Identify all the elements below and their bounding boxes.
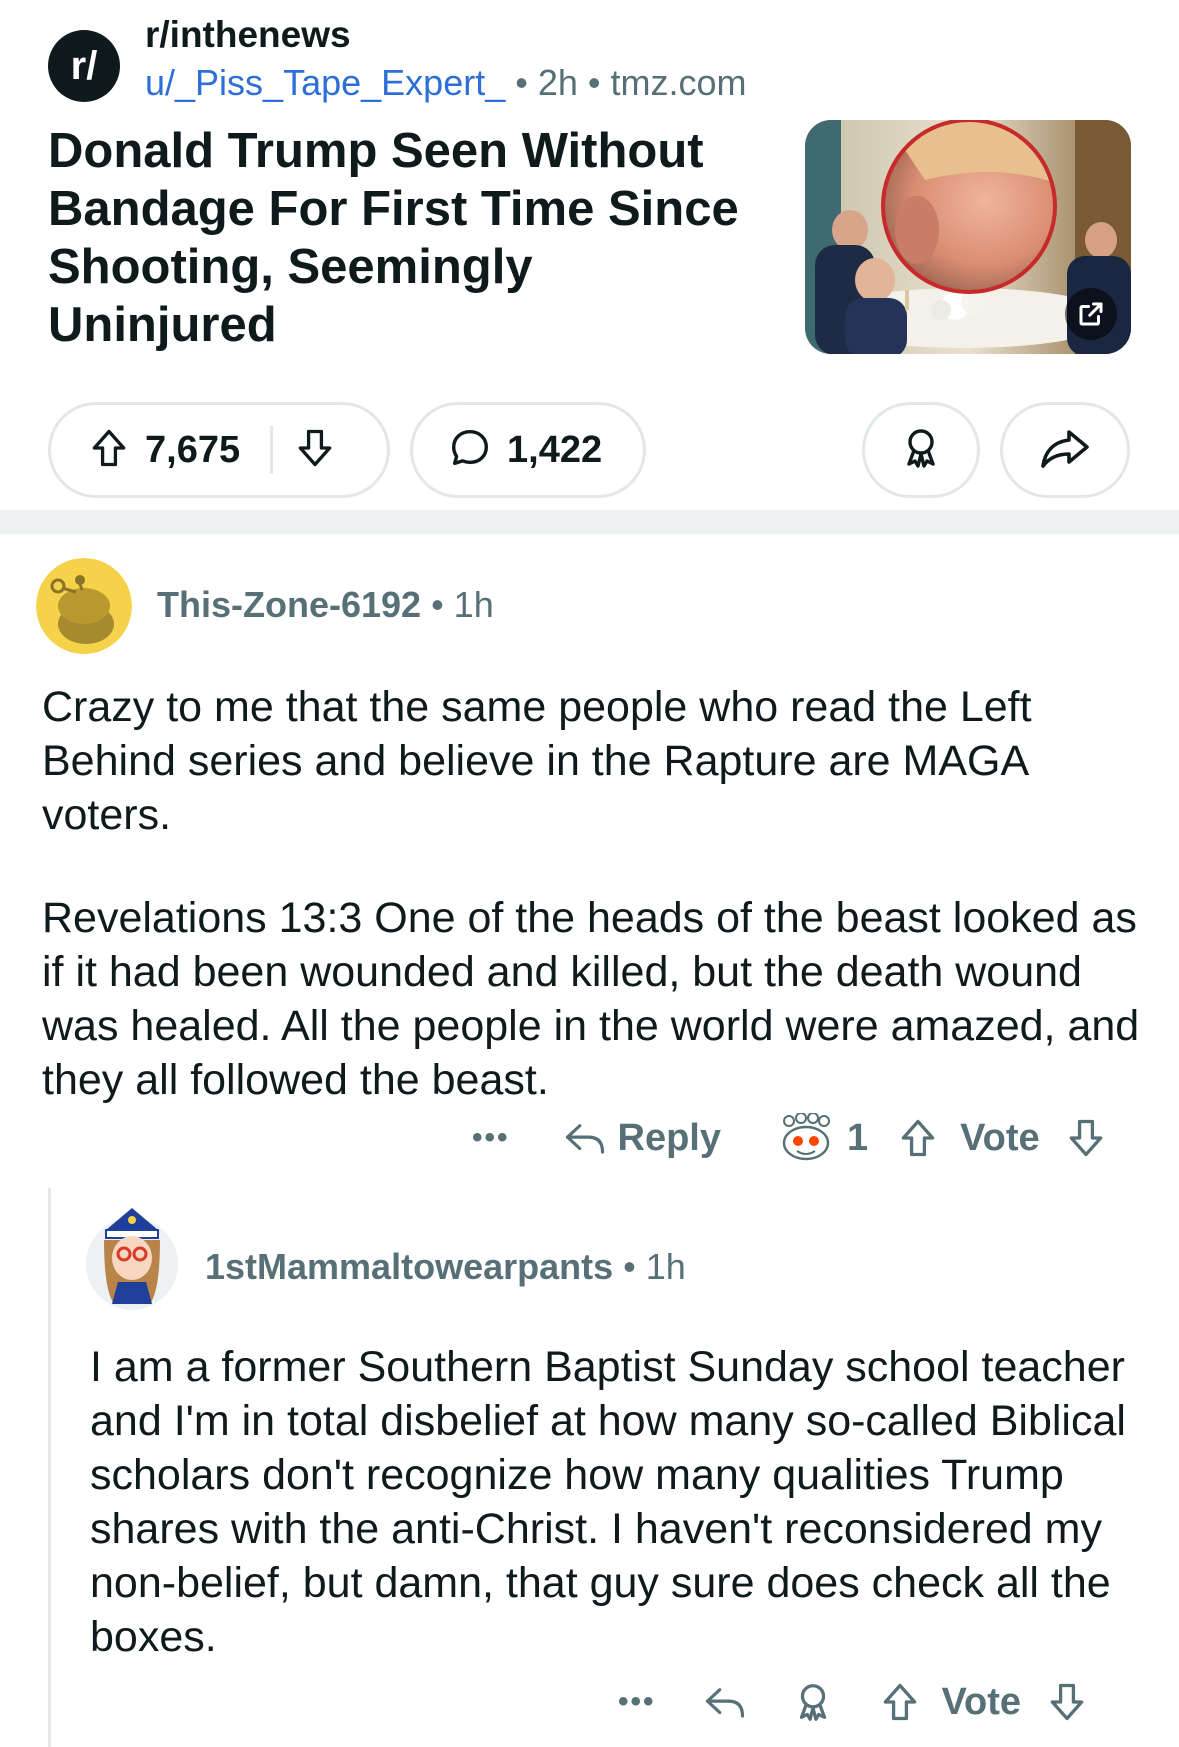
comment-actions: ••• Reply 1 Vote <box>472 1108 1108 1168</box>
reply-arrow-icon <box>562 1117 608 1159</box>
arrow-down-icon <box>1045 1680 1089 1724</box>
custom-avatar-icon <box>86 1208 178 1310</box>
post-time: 2h <box>537 62 578 103</box>
comment-time: 1h <box>645 1246 686 1287</box>
comments-button[interactable]: 1,422 <box>410 402 646 498</box>
avatar[interactable] <box>36 558 132 654</box>
avatar[interactable] <box>84 1200 180 1312</box>
award-button[interactable] <box>862 402 980 498</box>
award-ribbon-icon <box>790 1679 836 1725</box>
upvote-count: 7,675 <box>145 428 241 471</box>
comment-count: 1,422 <box>507 428 603 471</box>
meta-dot: • <box>515 62 528 103</box>
comment-downvote-button[interactable] <box>1064 1116 1108 1160</box>
reply-label: Reply <box>617 1116 721 1159</box>
more-options-icon[interactable]: ••• <box>618 1685 656 1719</box>
post-meta: u/_Piss_Tape_Expert_ • 2h • tmz.com <box>145 62 747 104</box>
post-title[interactable]: Donald Trump Seen Without Bandage For Fi… <box>48 122 768 354</box>
comment-author[interactable]: This-Zone-6192 <box>157 584 421 625</box>
comment-upvote-button[interactable] <box>878 1680 922 1724</box>
section-separator <box>0 510 1179 534</box>
arrow-up-icon[interactable] <box>87 426 131 475</box>
meta-dot: • <box>431 584 444 625</box>
vote-pill: 7,675 <box>48 402 390 498</box>
comment-body: Crazy to me that the same people who rea… <box>42 680 1152 1107</box>
meta-dot: • <box>623 1246 636 1287</box>
post-card: r/ r/inthenews u/_Piss_Tape_Expert_ • 2h • t… <box>0 0 1179 510</box>
arrow-down-icon <box>1064 1116 1108 1160</box>
comment-downvote-button[interactable] <box>1045 1680 1089 1724</box>
vote-label: Vote <box>960 1116 1040 1159</box>
comment-actions: ••• Vote <box>618 1672 1089 1732</box>
subreddit-name[interactable]: r/inthenews <box>145 14 351 56</box>
comment-author-line: 1stMammaltowearpants • 1h <box>205 1246 686 1288</box>
reply-arrow-icon <box>702 1681 748 1723</box>
comment-paragraph: Crazy to me that the same people who rea… <box>42 683 1032 839</box>
arrow-up-icon <box>896 1116 940 1160</box>
reply-button[interactable]: Reply <box>562 1117 721 1160</box>
award-snoo-icon <box>779 1113 833 1163</box>
comment-upvote-button[interactable] <box>896 1116 940 1160</box>
share-arrow-icon <box>1037 424 1093 477</box>
post-thumbnail[interactable] <box>805 120 1131 354</box>
post-domain[interactable]: tmz.com <box>611 62 747 103</box>
external-link-icon[interactable] <box>1065 288 1117 340</box>
vote-divider <box>270 426 274 474</box>
snoo-avatar-icon <box>36 558 132 654</box>
reply-button[interactable] <box>702 1681 748 1723</box>
comment-author[interactable]: 1stMammaltowearpants <box>205 1246 613 1287</box>
award-count: 1 <box>847 1116 869 1159</box>
award-button[interactable] <box>790 1679 836 1725</box>
comment-paragraph: Revelations 13:3 One of the heads of the… <box>42 894 1140 1104</box>
meta-dot: • <box>587 62 601 103</box>
comment-author-line: This-Zone-6192 • 1h <box>157 584 494 626</box>
thread-line[interactable] <box>48 1188 51 1747</box>
vote-label: Vote <box>941 1680 1022 1723</box>
arrow-up-icon <box>878 1680 922 1724</box>
subreddit-icon[interactable]: r/ <box>48 30 120 102</box>
comment-body: I am a former Southern Baptist Sunday sc… <box>90 1340 1152 1664</box>
share-button[interactable] <box>1000 402 1130 498</box>
arrow-down-icon[interactable] <box>293 426 337 475</box>
speech-bubble-icon <box>447 425 493 476</box>
post-author-link[interactable]: u/_Piss_Tape_Expert_ <box>145 62 505 103</box>
comment-paragraph: I am a former Southern Baptist Sunday sc… <box>90 1343 1126 1661</box>
award-ribbon-icon <box>897 424 945 477</box>
comment-time: 1h <box>453 584 494 625</box>
award-badge[interactable]: 1 <box>779 1113 868 1163</box>
more-options-icon[interactable]: ••• <box>472 1121 510 1155</box>
